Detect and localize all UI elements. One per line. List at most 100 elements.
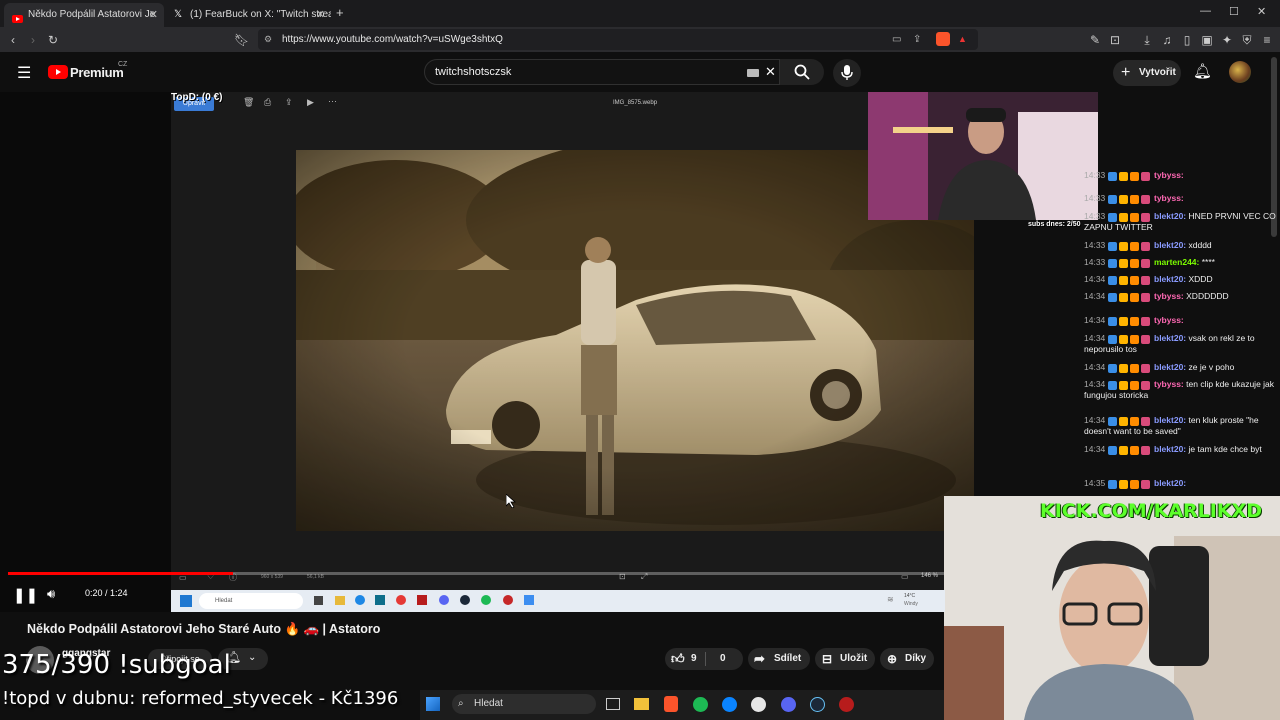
chat-timestamp: 14:34: [1084, 315, 1108, 325]
microphone-icon: [841, 65, 853, 80]
cast-icon[interactable]: ▭: [892, 29, 901, 50]
image-filename: IMG_8575.webp: [613, 100, 658, 106]
clear-search-icon[interactable]: ✕: [765, 60, 776, 84]
chat-username[interactable]: tybyss:: [1152, 193, 1184, 203]
chat-badges-icon: [1107, 415, 1152, 426]
chat-username[interactable]: blekt20:: [1152, 415, 1189, 425]
avatar[interactable]: [1229, 61, 1251, 83]
logo-text: Premium: [70, 65, 124, 80]
steam-icon[interactable]: [810, 697, 825, 712]
media-icon[interactable]: ♫: [1160, 33, 1174, 47]
extensions-icon[interactable]: ✎: [1088, 33, 1102, 47]
youtube-logo[interactable]: Premium CZ: [48, 61, 127, 84]
wallet-icon[interactable]: ▣: [1200, 33, 1214, 47]
close-tab-icon[interactable]: ✕: [316, 3, 325, 27]
bookmark-icon[interactable]: 🔖︎: [234, 33, 249, 47]
search-button[interactable]: [780, 59, 824, 85]
store-icon: [375, 595, 385, 605]
video-progress-bar[interactable]: [8, 572, 944, 575]
download-icon[interactable]: ⤓: [1140, 33, 1154, 47]
window-close-icon[interactable]: ✕: [1257, 5, 1266, 18]
chat-username[interactable]: blekt20:: [1152, 333, 1189, 343]
explorer-icon: [335, 596, 345, 605]
app-icon-red[interactable]: [839, 697, 854, 712]
chat-text: XDDD: [1188, 274, 1213, 284]
more-options-icon[interactable]: ···: [328, 96, 337, 106]
app-icon-grey[interactable]: [751, 697, 766, 712]
chat-username[interactable]: blekt20:: [1152, 240, 1189, 250]
app-icon-blue: [524, 595, 534, 605]
search-icon: [794, 64, 810, 80]
url-field[interactable]: ⚙ https://www.youtube.com/watch?v=uSWge3…: [258, 29, 978, 50]
save-button[interactable]: ⊟ Uložit: [815, 648, 875, 670]
close-tab-icon[interactable]: ✕: [149, 3, 158, 27]
minimize-icon[interactable]: —: [1200, 5, 1211, 17]
site-info-icon[interactable]: ⚙: [264, 29, 272, 50]
voice-search-button[interactable]: [833, 59, 861, 87]
chat-timestamp: 14:33: [1084, 193, 1108, 203]
sidebar-icon[interactable]: ▯: [1180, 33, 1194, 47]
brave-rewards-icon[interactable]: ▲: [958, 29, 967, 50]
back-icon[interactable]: ‹: [6, 33, 20, 47]
chat-username[interactable]: tybyss:: [1152, 291, 1187, 301]
forward-icon[interactable]: ›: [26, 33, 40, 47]
chat-badges-icon: [1107, 291, 1152, 302]
tab-youtube[interactable]: Někdo Podpálil Astatorovi Je ✕: [4, 3, 164, 27]
chat-username[interactable]: blekt20:: [1152, 478, 1186, 488]
chat-message: 14:33 blekt20: xdddd: [1084, 240, 1276, 251]
chat-username[interactable]: blekt20:: [1152, 211, 1189, 221]
share-page-icon[interactable]: ⇪: [913, 29, 921, 50]
search-input[interactable]: twitchshotsczsk ✕: [424, 59, 780, 85]
chat-username[interactable]: blekt20:: [1152, 444, 1189, 454]
screenshot-icon[interactable]: ⊡: [1108, 33, 1122, 47]
kick-channel-text: KICK.COM/KARLIKXD: [1040, 500, 1262, 522]
windows-search-box[interactable]: ⌕ Hledat: [452, 694, 596, 714]
chat-timestamp: 14:35: [1084, 478, 1108, 488]
keyboard-icon[interactable]: [747, 69, 759, 77]
file-explorer-icon[interactable]: [634, 698, 649, 710]
like-dislike-group: 👍︎ 9 0: [665, 648, 743, 670]
new-tab-icon[interactable]: +: [336, 5, 344, 20]
chat-username[interactable]: tybyss:: [1152, 170, 1184, 180]
subgoal-overlay: 375/390 !subgoal: [2, 650, 231, 680]
pause-icon[interactable]: ❚❚: [13, 586, 38, 604]
windows-start-icon[interactable]: [426, 697, 440, 711]
chat-message: 14:33 tybyss:: [1084, 193, 1276, 204]
create-button[interactable]: + Vytvořit: [1113, 60, 1181, 86]
delete-icon[interactable]: 🗑︎: [243, 97, 254, 108]
chrome-icon: [396, 595, 406, 605]
task-view-icon[interactable]: [606, 698, 620, 710]
time-display: 0:20 / 1:24: [85, 588, 128, 598]
chat-username[interactable]: marten244:: [1152, 257, 1202, 267]
notifications-bell-icon[interactable]: 🔔︎: [1193, 62, 1212, 80]
spotify-icon[interactable]: [693, 697, 708, 712]
maximize-icon[interactable]: ☐: [1229, 5, 1239, 18]
thanks-button[interactable]: ⊕ Díky: [880, 648, 934, 670]
menu-icon[interactable]: ≡: [1260, 33, 1274, 47]
volume-icon[interactable]: 🔊︎: [47, 586, 55, 602]
brave-icon[interactable]: [664, 696, 678, 712]
dislike-count[interactable]: 0: [720, 648, 726, 670]
slideshow-icon[interactable]: ▶: [307, 97, 314, 108]
chat-username[interactable]: tybyss:: [1152, 315, 1184, 325]
chat-message: 14:34 tybyss: XDDDDDD: [1084, 291, 1276, 302]
share-icon[interactable]: ⇪: [285, 97, 293, 108]
brave-shield-icon[interactable]: [936, 32, 950, 46]
chat-username[interactable]: blekt20:: [1152, 362, 1189, 372]
vpn-icon[interactable]: ⛨: [1240, 33, 1254, 47]
inner-search-box: Hledat: [199, 593, 303, 609]
reload-icon[interactable]: ↻: [46, 33, 60, 47]
search-icon: ⌕: [458, 698, 464, 709]
like-icon[interactable]: 👍︎: [671, 648, 685, 670]
app-icon-c[interactable]: [722, 697, 737, 712]
chat-username[interactable]: tybyss:: [1152, 379, 1187, 389]
tab-x[interactable]: 𝕏 (1) FearBuck on X: "Twitch streamer ✕: [166, 3, 331, 27]
hamburger-menu-icon[interactable]: ☰: [17, 63, 31, 83]
ai-icon[interactable]: ✦: [1220, 33, 1234, 47]
logo-region: CZ: [118, 61, 128, 68]
print-icon[interactable]: ⎙: [264, 97, 271, 108]
discord-icon[interactable]: [781, 697, 796, 712]
chat-username[interactable]: blekt20:: [1152, 274, 1189, 284]
share-button[interactable]: ➦ Sdílet: [748, 648, 810, 670]
topd-overlay: TopD: (0 €): [171, 92, 223, 103]
